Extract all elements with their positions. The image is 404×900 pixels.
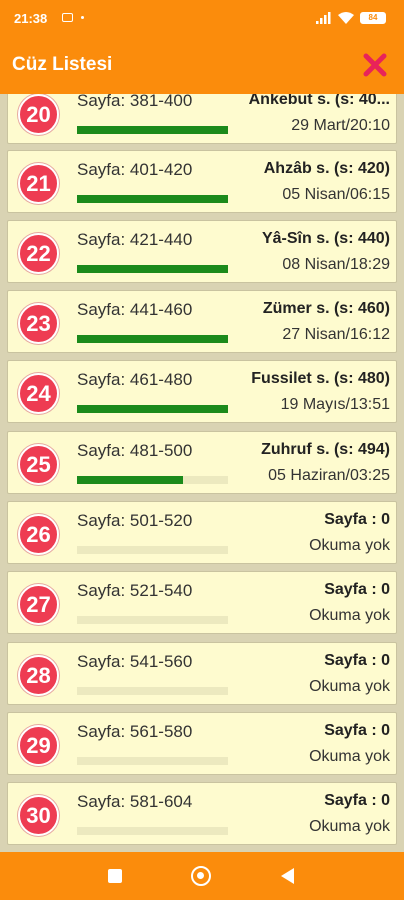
juz-progress-fill bbox=[77, 476, 183, 484]
juz-number-badge: 25 bbox=[18, 444, 59, 485]
juz-card-20[interactable]: 20 Sayfa: 381-400 Ankebut s. (s: 40... 2… bbox=[7, 94, 397, 144]
juz-last-surah: Ahzâb s. (s: 420) bbox=[263, 160, 390, 177]
juz-last-date: Okuma yok bbox=[309, 678, 390, 695]
notification-icon bbox=[62, 13, 73, 22]
juz-card-30[interactable]: 30 Sayfa: 581-604 Sayfa : 0 Okuma yok bbox=[7, 782, 397, 845]
signal-icon bbox=[316, 12, 331, 24]
juz-last-date: 05 Haziran/03:25 bbox=[268, 467, 390, 484]
juz-card-22[interactable]: 22 Sayfa: 421-440 Yâ-Sîn s. (s: 440) 08 … bbox=[7, 220, 397, 283]
juz-card-29[interactable]: 29 Sayfa: 561-580 Sayfa : 0 Okuma yok bbox=[7, 712, 397, 775]
status-icons: 84 bbox=[316, 11, 386, 25]
juz-last-date: Okuma yok bbox=[309, 537, 390, 554]
juz-number-badge: 26 bbox=[18, 514, 59, 555]
page-title: Cüz Listesi bbox=[12, 54, 113, 75]
juz-last-date: 27 Nisan/16:12 bbox=[282, 326, 390, 343]
juz-progress-bar bbox=[77, 126, 228, 134]
juz-page-range: Sayfa: 501-520 bbox=[77, 511, 193, 530]
juz-number-badge: 21 bbox=[18, 163, 59, 204]
juz-progress-bar bbox=[77, 827, 228, 835]
juz-card-27[interactable]: 27 Sayfa: 521-540 Sayfa : 0 Okuma yok bbox=[7, 571, 397, 634]
juz-last-surah: Sayfa : 0 bbox=[324, 792, 390, 809]
juz-card-28[interactable]: 28 Sayfa: 541-560 Sayfa : 0 Okuma yok bbox=[7, 642, 397, 705]
juz-last-surah: Zuhruf s. (s: 494) bbox=[261, 441, 390, 458]
juz-last-date: 08 Nisan/18:29 bbox=[282, 256, 390, 273]
juz-page-range: Sayfa: 541-560 bbox=[77, 652, 193, 671]
juz-card-23[interactable]: 23 Sayfa: 441-460 Zümer s. (s: 460) 27 N… bbox=[7, 290, 397, 353]
juz-card-24[interactable]: 24 Sayfa: 461-480 Fussilet s. (s: 480) 1… bbox=[7, 360, 397, 423]
juz-page-range: Sayfa: 561-580 bbox=[77, 722, 193, 741]
status-bar: 21:38 84 bbox=[0, 0, 404, 36]
juz-page-range: Sayfa: 521-540 bbox=[77, 581, 193, 600]
juz-number-badge: 24 bbox=[18, 373, 59, 414]
juz-progress-fill bbox=[77, 265, 228, 273]
juz-progress-bar bbox=[77, 265, 228, 273]
juz-number-badge: 20 bbox=[18, 94, 59, 135]
app-bar: Cüz Listesi bbox=[0, 36, 404, 94]
juz-last-date: 29 Mart/20:10 bbox=[291, 117, 390, 134]
juz-last-date: Okuma yok bbox=[309, 607, 390, 624]
status-time: 21:38 bbox=[14, 11, 48, 26]
juz-progress-bar bbox=[77, 476, 228, 484]
juz-last-surah: Fussilet s. (s: 480) bbox=[251, 370, 390, 387]
juz-last-surah: Sayfa : 0 bbox=[324, 581, 390, 598]
juz-last-date: Okuma yok bbox=[309, 748, 390, 765]
juz-page-range: Sayfa: 441-460 bbox=[77, 300, 193, 319]
battery-icon: 84 bbox=[360, 12, 386, 24]
juz-last-date: Okuma yok bbox=[309, 818, 390, 835]
juz-last-date: 05 Nisan/06:15 bbox=[282, 186, 390, 203]
back-icon[interactable] bbox=[281, 868, 294, 884]
juz-progress-bar bbox=[77, 616, 228, 624]
juz-number-badge: 27 bbox=[18, 584, 59, 625]
juz-progress-fill bbox=[77, 195, 228, 203]
juz-progress-bar bbox=[77, 405, 228, 413]
juz-page-range: Sayfa: 381-400 bbox=[77, 94, 193, 110]
juz-page-range: Sayfa: 401-420 bbox=[77, 160, 193, 179]
recent-apps-icon[interactable] bbox=[108, 869, 122, 883]
juz-number-badge: 29 bbox=[18, 725, 59, 766]
juz-progress-bar bbox=[77, 687, 228, 695]
juz-number-badge: 30 bbox=[18, 795, 59, 836]
juz-last-surah: Sayfa : 0 bbox=[324, 511, 390, 528]
wifi-icon bbox=[338, 12, 354, 24]
juz-progress-fill bbox=[77, 405, 228, 413]
navigation-bar bbox=[0, 852, 404, 900]
close-icon[interactable] bbox=[360, 50, 390, 80]
home-icon[interactable] bbox=[191, 866, 211, 886]
juz-last-date: 19 Mayıs/13:51 bbox=[280, 396, 390, 413]
juz-progress-bar bbox=[77, 335, 228, 343]
juz-last-surah: Sayfa : 0 bbox=[324, 722, 390, 739]
juz-last-surah: Zümer s. (s: 460) bbox=[262, 300, 390, 317]
juz-progress-fill bbox=[77, 126, 228, 134]
juz-page-range: Sayfa: 421-440 bbox=[77, 230, 193, 249]
juz-progress-bar bbox=[77, 757, 228, 765]
juz-page-range: Sayfa: 581-604 bbox=[77, 792, 193, 811]
juz-card-21[interactable]: 21 Sayfa: 401-420 Ahzâb s. (s: 420) 05 N… bbox=[7, 150, 397, 213]
juz-last-surah: Ankebut s. (s: 40... bbox=[248, 94, 390, 108]
juz-last-surah: Yâ-Sîn s. (s: 440) bbox=[261, 230, 390, 247]
juz-list: 20 Sayfa: 381-400 Ankebut s. (s: 40... 2… bbox=[0, 94, 404, 852]
juz-progress-bar bbox=[77, 195, 228, 203]
notification-dot-icon bbox=[81, 16, 84, 19]
juz-page-range: Sayfa: 461-480 bbox=[77, 370, 193, 389]
juz-number-badge: 28 bbox=[18, 655, 59, 696]
juz-number-badge: 22 bbox=[18, 233, 59, 274]
juz-number-badge: 23 bbox=[18, 303, 59, 344]
juz-last-surah: Sayfa : 0 bbox=[324, 652, 390, 669]
juz-card-26[interactable]: 26 Sayfa: 501-520 Sayfa : 0 Okuma yok bbox=[7, 501, 397, 564]
juz-page-range: Sayfa: 481-500 bbox=[77, 441, 193, 460]
juz-card-25[interactable]: 25 Sayfa: 481-500 Zuhruf s. (s: 494) 05 … bbox=[7, 431, 397, 494]
juz-progress-fill bbox=[77, 335, 228, 343]
juz-progress-bar bbox=[77, 546, 228, 554]
